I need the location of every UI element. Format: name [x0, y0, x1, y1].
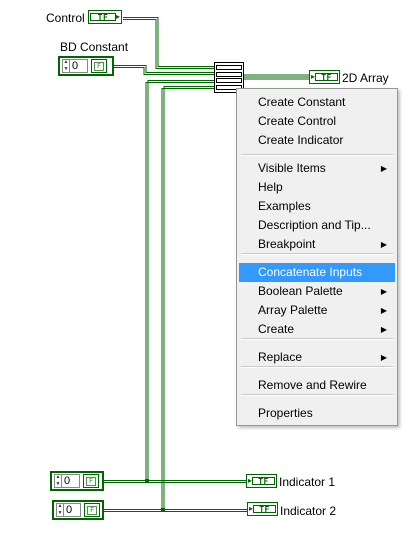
- menu-item-label: Properties: [258, 406, 313, 420]
- menu-separator: [241, 253, 393, 255]
- indicator1-label: Indicator 1: [279, 475, 336, 489]
- menu-item-breakpoint[interactable]: Breakpoint ▶: [239, 235, 395, 254]
- menu-item-create[interactable]: Create ▶: [239, 320, 395, 339]
- bd-constant-index[interactable]: ▲ ▼ 0: [62, 59, 88, 73]
- control-arrow-icon: ▸: [115, 12, 120, 21]
- menu-separator: [241, 394, 393, 396]
- 2d-array-tf-text: TF: [315, 73, 338, 82]
- menu-item-boolean-palette[interactable]: Boolean Palette ▶: [239, 282, 395, 301]
- submenu-arrow-icon: ▶: [380, 164, 387, 173]
- menu-item-label: Breakpoint: [258, 237, 316, 251]
- menu-item-examples[interactable]: Examples: [239, 197, 395, 216]
- indicator1-terminal[interactable]: ▸ TF: [246, 474, 277, 488]
- menu-item-label: Concatenate Inputs: [258, 265, 363, 279]
- indicator1-index-value: 0: [64, 475, 71, 487]
- indicator1-element-value: F: [86, 476, 96, 486]
- menu-item-label: Replace: [258, 350, 303, 364]
- submenu-arrow-icon: ▶: [380, 325, 387, 334]
- submenu-arrow-icon: ▶: [380, 287, 387, 296]
- menu-item-properties[interactable]: Properties: [239, 404, 395, 423]
- menu-separator: [241, 366, 393, 368]
- menu-item-create-constant[interactable]: Create Constant: [239, 93, 395, 112]
- indicator2-terminal[interactable]: ▸ TF: [247, 502, 278, 516]
- menu-item-label: Create: [258, 322, 295, 336]
- context-menu: Create Constant Create Control Create Indi…: [236, 88, 398, 426]
- index-spin-icon[interactable]: ▲ ▼: [63, 60, 70, 72]
- menu-item-visible-items[interactable]: Visible Items ▶: [239, 159, 395, 178]
- bd-constant-array[interactable]: ▲ ▼ 0 F: [58, 56, 114, 76]
- bd-constant-element-value: F: [94, 61, 104, 71]
- indicator2-label: Indicator 2: [280, 504, 337, 518]
- indicator2-element-value: F: [87, 505, 98, 515]
- indicator2-tf-text: TF: [253, 505, 276, 514]
- submenu-arrow-icon: ▶: [380, 306, 387, 315]
- indicator2-index-value: 0: [66, 504, 73, 516]
- indicator2-array-constant[interactable]: ▲ ▼ 0 F: [52, 500, 104, 520]
- submenu-arrow-icon: ▶: [380, 353, 387, 362]
- build-array-input: [216, 71, 242, 77]
- control-terminal[interactable]: TF ▸: [88, 10, 122, 24]
- menu-item-array-palette[interactable]: Array Palette ▶: [239, 301, 395, 320]
- indicator2-index[interactable]: ▲ ▼ 0: [56, 503, 82, 517]
- indicator1-index[interactable]: ▲ ▼ 0: [54, 474, 80, 488]
- 2d-array-label: 2D Array: [342, 71, 389, 85]
- menu-item-label: Create Indicator: [258, 133, 344, 147]
- bd-constant-element[interactable]: F: [91, 59, 107, 73]
- menu-item-label: Create Control: [258, 114, 337, 128]
- menu-item-help[interactable]: Help: [239, 178, 395, 197]
- menu-separator: [241, 154, 393, 156]
- menu-item-label: Examples: [258, 199, 311, 213]
- bd-constant-label: BD Constant: [60, 40, 129, 54]
- indicator2-element[interactable]: F: [84, 503, 100, 517]
- bd-constant-index-value: 0: [72, 60, 79, 72]
- control-tf-text: TF: [90, 13, 116, 22]
- build-array-input: [216, 78, 242, 84]
- menu-item-label: Array Palette: [258, 303, 328, 317]
- submenu-arrow-icon: ▶: [380, 240, 387, 249]
- control-label: Control: [46, 11, 85, 25]
- menu-item-label: Visible Items: [258, 161, 326, 175]
- index-spin-icon[interactable]: ▲ ▼: [55, 475, 62, 487]
- menu-item-remove-and-rewire[interactable]: Remove and Rewire: [239, 376, 395, 395]
- indicator1-element[interactable]: F: [83, 474, 99, 488]
- menu-item-label: Description and Tip...: [258, 218, 371, 232]
- menu-item-label: Help: [258, 180, 283, 194]
- menu-item-label: Boolean Palette: [258, 284, 343, 298]
- indicator1-tf-text: TF: [252, 477, 275, 486]
- menu-item-replace[interactable]: Replace ▶: [239, 348, 395, 367]
- indicator1-array-constant[interactable]: ▲ ▼ 0 F: [50, 471, 104, 491]
- index-spin-icon[interactable]: ▲ ▼: [57, 504, 64, 516]
- menu-item-description-and-tip[interactable]: Description and Tip...: [239, 216, 395, 235]
- 2d-array-indicator[interactable]: ▸ TF: [309, 70, 340, 84]
- menu-item-create-control[interactable]: Create Control: [239, 112, 395, 131]
- build-array-input: [216, 64, 242, 70]
- menu-separator: [241, 338, 393, 340]
- menu-item-label: Remove and Rewire: [258, 378, 367, 392]
- menu-item-create-indicator[interactable]: Create Indicator: [239, 131, 395, 150]
- menu-item-concatenate-inputs[interactable]: Concatenate Inputs: [239, 263, 395, 282]
- menu-item-label: Create Constant: [258, 95, 346, 109]
